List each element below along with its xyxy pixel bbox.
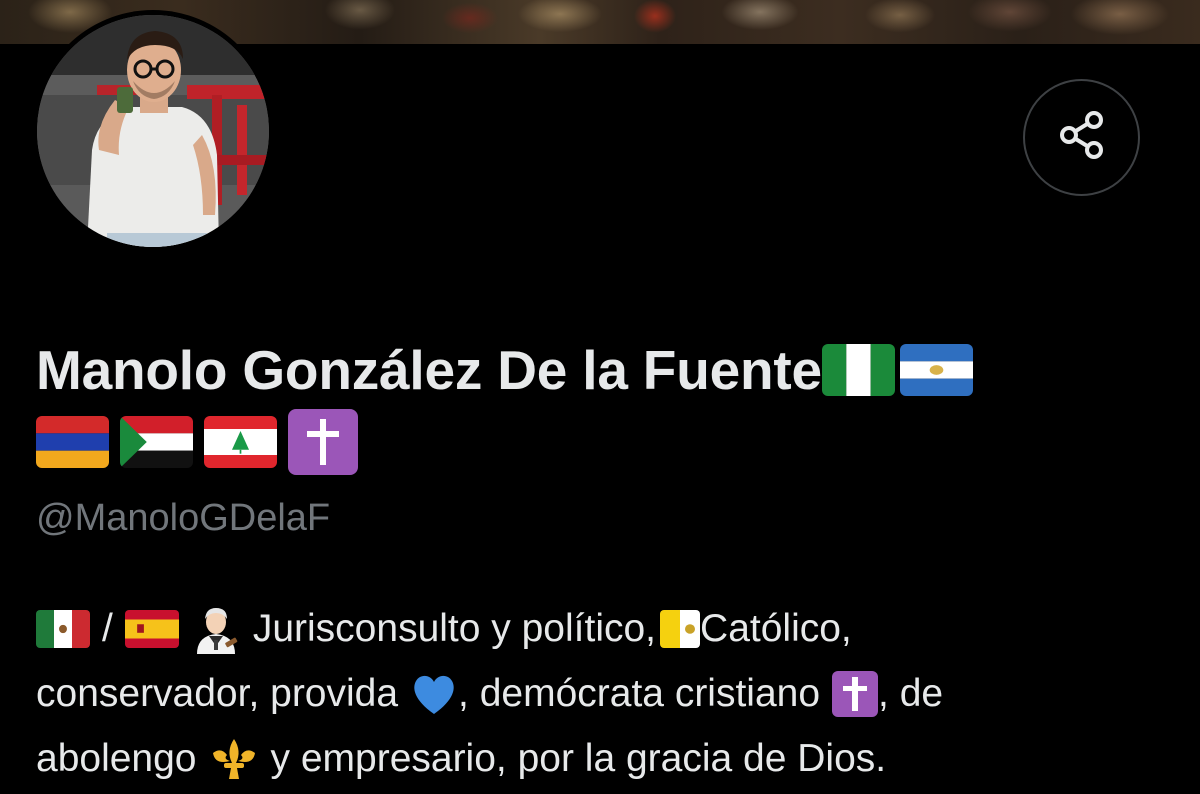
profile-display-name: Manolo González De la Fuente — [36, 334, 1166, 478]
bio-text-empresario: y empresario, por la gracia de Dios. — [270, 737, 887, 780]
spain-flag-icon — [124, 609, 179, 648]
sudan-flag-icon — [120, 416, 193, 468]
latin-cross-icon — [288, 409, 358, 475]
bio-text-jurisconsulto: Jurisconsulto y político, — [252, 607, 657, 650]
avatar-photo — [37, 15, 269, 247]
profile-page: Manolo González De la Fuente @ManoloGDel… — [0, 0, 1200, 794]
bio-text-de: , de — [878, 672, 944, 715]
lebanon-flag-icon — [204, 416, 277, 468]
blue-heart-icon — [410, 672, 458, 716]
bio-separator: / — [102, 607, 113, 650]
bio-line-3: abolengo y empresario, por la gracia de … — [36, 726, 1176, 791]
armenia-flag-icon — [36, 416, 109, 468]
bio-line-2: conservador, provida , demócrata cristia… — [36, 661, 1176, 726]
judge-emoji-icon — [191, 604, 241, 654]
vatican-flag-icon — [660, 609, 701, 648]
bio-line-1: / Jurisconsulto y político, Católico, — [36, 596, 1176, 661]
mexico-flag-icon — [36, 609, 90, 648]
bio-text-abolengo: abolengo — [36, 737, 197, 780]
bio-text-democrata: , demócrata cristiano — [458, 672, 821, 715]
profile-handle: @ManoloGDelaF — [36, 497, 331, 539]
profile-avatar[interactable] — [32, 10, 274, 252]
bio-text-conservador: conservador, provida — [36, 672, 399, 715]
share-icon — [1056, 109, 1108, 166]
nicaragua-flag-icon — [899, 344, 973, 396]
profile-bio: / Jurisconsulto y político, Católico, co… — [36, 596, 1176, 791]
latin-cross-icon — [832, 670, 879, 717]
display-name-text: Manolo González De la Fuente — [36, 339, 822, 401]
share-profile-button[interactable] — [1023, 79, 1140, 196]
nigeria-flag-icon — [821, 344, 895, 396]
bio-text-catolico: Católico, — [700, 607, 852, 650]
fleur-de-lis-icon — [209, 737, 259, 781]
